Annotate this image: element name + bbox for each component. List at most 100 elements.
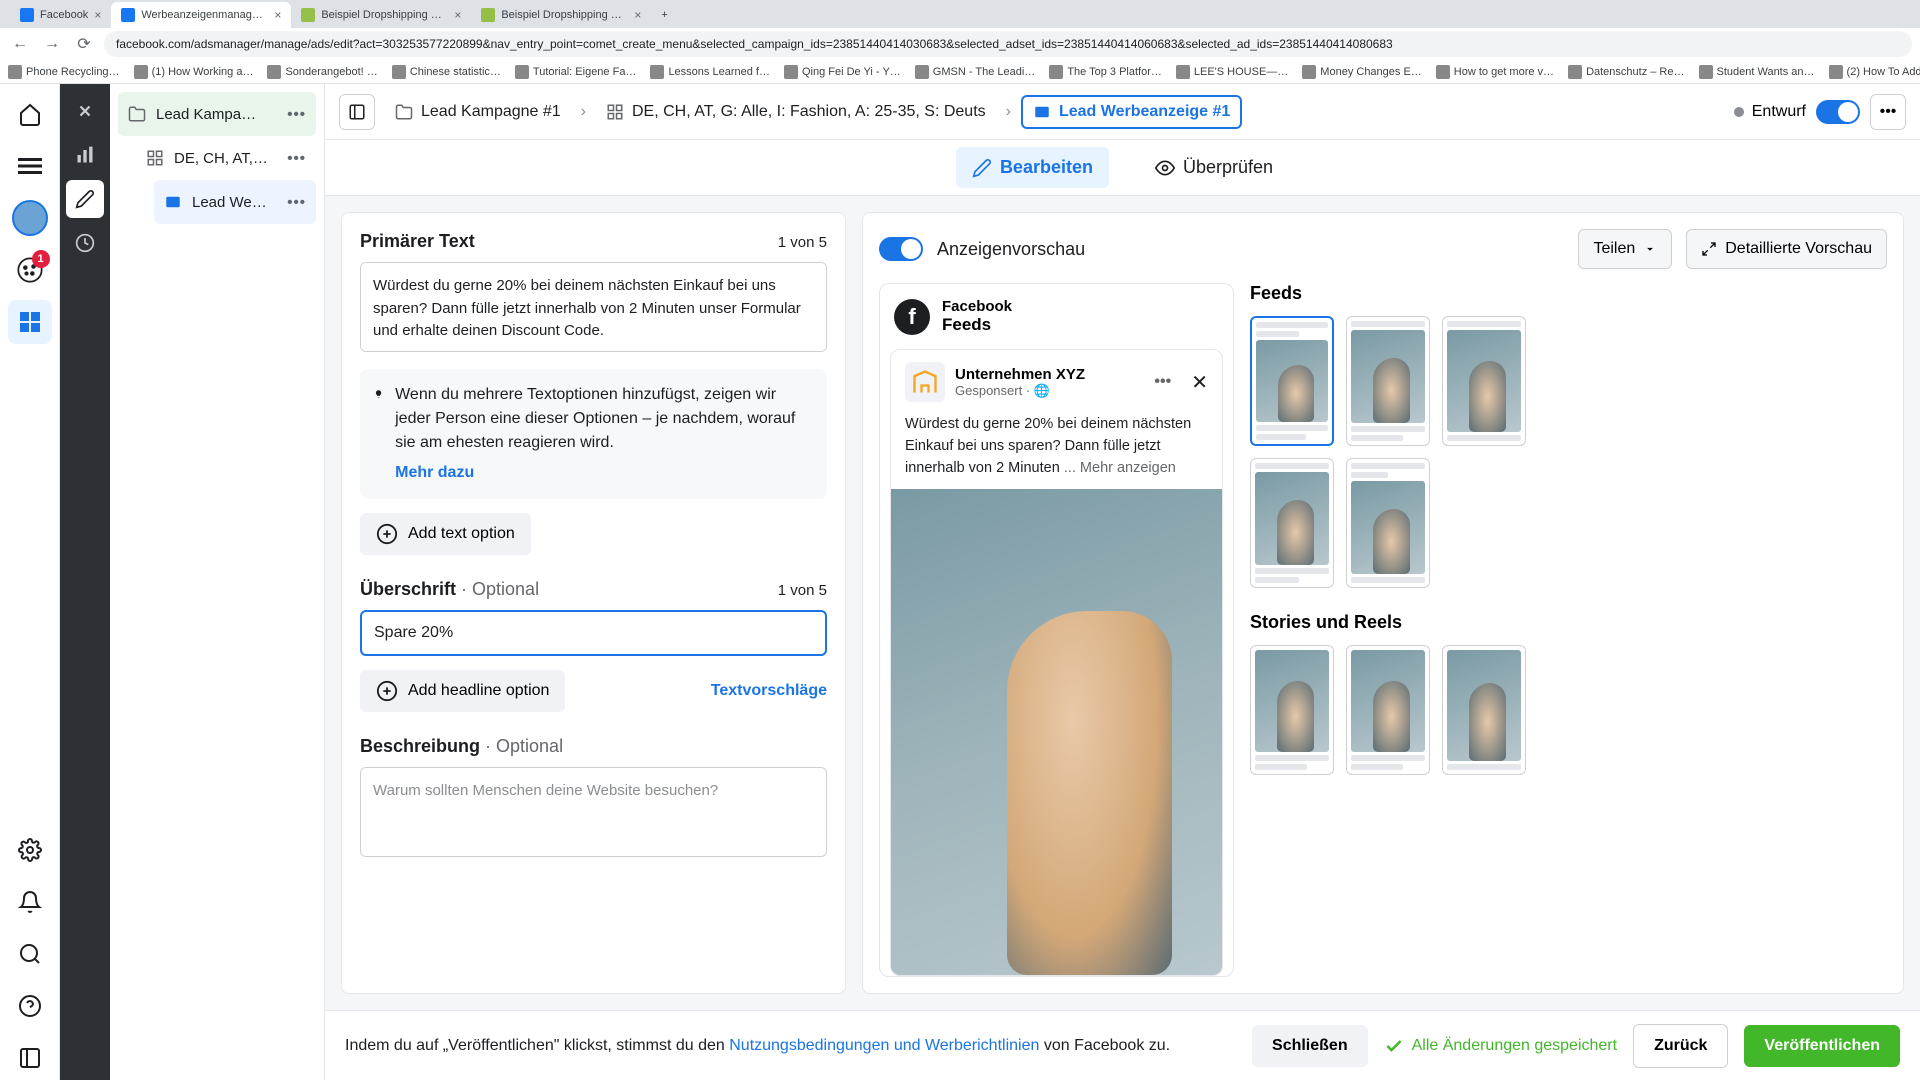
eye-icon bbox=[1155, 158, 1175, 178]
bookmark[interactable]: Qing Fei De Yi - Y… bbox=[784, 65, 901, 79]
fb-nav-rail: 1 bbox=[0, 84, 60, 1080]
placement-thumb[interactable] bbox=[1442, 645, 1526, 775]
home-icon[interactable] bbox=[8, 92, 52, 136]
new-tab-button[interactable]: + bbox=[651, 2, 677, 28]
placement-thumb[interactable] bbox=[1346, 645, 1430, 775]
more-button[interactable]: ••• bbox=[1870, 94, 1906, 130]
publish-button[interactable]: Veröffentlichen bbox=[1744, 1025, 1900, 1067]
grid-icon bbox=[606, 103, 624, 121]
editor-rail bbox=[60, 84, 110, 1080]
placement-thumb[interactable] bbox=[1346, 458, 1430, 588]
bookmark[interactable]: (1) How Working a… bbox=[134, 65, 254, 79]
lightbulb-icon bbox=[374, 383, 383, 405]
workspace: Primärer Text 1 von 5 Wenn du mehrere Te… bbox=[325, 196, 1920, 1010]
tree-campaign[interactable]: Lead Kampa… ••• bbox=[118, 92, 316, 136]
gear-icon[interactable] bbox=[8, 828, 52, 872]
url-bar[interactable]: facebook.com/adsmanager/manage/ads/edit?… bbox=[104, 31, 1912, 57]
bookmark[interactable]: LEE'S HOUSE—… bbox=[1176, 65, 1288, 79]
crumb-campaign[interactable]: Lead Kampagne #1 bbox=[385, 97, 571, 127]
tab-review[interactable]: Überprüfen bbox=[1139, 147, 1289, 188]
history-icon[interactable] bbox=[66, 224, 104, 262]
cookie-icon[interactable]: 1 bbox=[8, 248, 52, 292]
headline-input[interactable] bbox=[360, 610, 827, 656]
close-button[interactable]: Schließen bbox=[1252, 1025, 1368, 1067]
facebook-logo-icon: f bbox=[894, 299, 930, 335]
add-text-option-button[interactable]: Add text option bbox=[360, 513, 531, 555]
help-icon[interactable] bbox=[8, 984, 52, 1028]
bookmark[interactable]: The Top 3 Platfor… bbox=[1049, 65, 1162, 79]
bookmark[interactable]: Money Changes E… bbox=[1302, 65, 1422, 79]
preview-toggle[interactable] bbox=[879, 237, 923, 261]
tree-adset[interactable]: DE, CH, AT,… ••• bbox=[136, 136, 316, 180]
more-icon[interactable]: ••• bbox=[287, 194, 306, 211]
close-editor-button[interactable] bbox=[66, 92, 104, 130]
placement-thumb[interactable] bbox=[1250, 645, 1334, 775]
bookmark[interactable]: How to get more v… bbox=[1436, 65, 1554, 79]
back-button[interactable]: Zurück bbox=[1633, 1024, 1728, 1068]
pencil-icon[interactable] bbox=[66, 180, 104, 218]
description-label: Beschreibung · Optional bbox=[360, 736, 563, 757]
browser-tab[interactable]: Beispiel Dropshipping Store× bbox=[471, 2, 651, 28]
bookmark[interactable]: Sonderangebot! … bbox=[267, 65, 377, 79]
placement-thumb[interactable] bbox=[1346, 316, 1430, 446]
terms-link[interactable]: Nutzungsbedingungen und Werberichtlinien bbox=[729, 1037, 1039, 1054]
grid-icon[interactable] bbox=[8, 300, 52, 344]
close-icon[interactable]: × bbox=[454, 8, 461, 22]
browser-chrome: Facebook× Werbeanzeigenmanager – We…× Be… bbox=[0, 0, 1920, 60]
crumb-ad[interactable]: Lead Werbeanzeige #1 bbox=[1021, 95, 1242, 129]
search-icon[interactable] bbox=[8, 932, 52, 976]
learn-more-link[interactable]: Mehr dazu bbox=[395, 461, 474, 485]
placement-thumb[interactable] bbox=[1250, 316, 1334, 446]
detailed-preview-button[interactable]: Detaillierte Vorschau bbox=[1686, 229, 1887, 269]
status-toggle[interactable] bbox=[1816, 100, 1860, 124]
close-icon[interactable]: × bbox=[634, 8, 641, 22]
bookmark[interactable]: Lessons Learned f… bbox=[650, 65, 770, 79]
close-icon[interactable]: × bbox=[94, 8, 101, 22]
preview-title: Anzeigenvorschau bbox=[937, 239, 1564, 260]
crumb-adset[interactable]: DE, CH, AT, G: Alle, I: Fashion, A: 25-3… bbox=[596, 97, 996, 127]
panel-toggle-button[interactable] bbox=[339, 94, 375, 130]
plus-circle-icon bbox=[376, 680, 398, 702]
ad-icon bbox=[1033, 103, 1051, 121]
feeds-section-title: Feeds bbox=[1250, 283, 1887, 304]
add-headline-option-button[interactable]: Add headline option bbox=[360, 670, 565, 712]
collapse-icon[interactable] bbox=[8, 1036, 52, 1080]
bookmark[interactable]: Datenschutz – Re… bbox=[1568, 65, 1684, 79]
browser-tab-active[interactable]: Werbeanzeigenmanager – We…× bbox=[111, 2, 291, 28]
description-input[interactable] bbox=[360, 767, 827, 857]
more-icon[interactable]: ••• bbox=[287, 106, 306, 123]
chart-icon[interactable] bbox=[66, 136, 104, 174]
close-icon[interactable]: × bbox=[274, 8, 281, 22]
more-icon[interactable]: ••• bbox=[1154, 373, 1171, 391]
tree-ad[interactable]: Lead We… ••• bbox=[154, 180, 316, 224]
bell-icon[interactable] bbox=[8, 880, 52, 924]
tab-edit[interactable]: Bearbeiten bbox=[956, 147, 1109, 188]
forward-button[interactable]: → bbox=[40, 32, 64, 56]
bookmark[interactable]: GMSN - The Leadi… bbox=[915, 65, 1036, 79]
headline-count: 1 von 5 bbox=[778, 582, 827, 599]
status-badge: Entwurf bbox=[1734, 103, 1806, 121]
hamburger-icon[interactable] bbox=[8, 144, 52, 188]
share-button[interactable]: Teilen bbox=[1578, 229, 1672, 269]
close-icon[interactable]: ✕ bbox=[1191, 370, 1208, 395]
browser-tab[interactable]: Beispiel Dropshipping Store× bbox=[291, 2, 471, 28]
bookmark[interactable]: Tutorial: Eigene Fa… bbox=[515, 65, 637, 79]
bookmark[interactable]: (2) How To Add A… bbox=[1829, 65, 1920, 79]
more-icon[interactable]: ••• bbox=[287, 150, 306, 167]
ad-creative-image bbox=[891, 489, 1222, 975]
bookmark[interactable]: Student Wants an… bbox=[1699, 65, 1815, 79]
back-button[interactable]: ← bbox=[8, 32, 32, 56]
primary-text-input[interactable] bbox=[360, 262, 827, 352]
browser-tabs: Facebook× Werbeanzeigenmanager – We…× Be… bbox=[0, 0, 1920, 28]
bookmark[interactable]: Phone Recycling… bbox=[8, 65, 120, 79]
browser-tab[interactable]: Facebook× bbox=[10, 2, 111, 28]
stories-section-title: Stories und Reels bbox=[1250, 612, 1887, 633]
text-suggestions-link[interactable]: Textvorschläge bbox=[711, 682, 827, 700]
placement-thumb[interactable] bbox=[1442, 316, 1526, 446]
avatar[interactable] bbox=[8, 196, 52, 240]
placement-thumb[interactable] bbox=[1250, 458, 1334, 588]
show-more-link[interactable]: ... Mehr anzeigen bbox=[1064, 460, 1176, 476]
reload-button[interactable]: ⟳ bbox=[72, 32, 96, 56]
company-logo bbox=[905, 362, 945, 402]
bookmark[interactable]: Chinese statistic… bbox=[392, 65, 501, 79]
